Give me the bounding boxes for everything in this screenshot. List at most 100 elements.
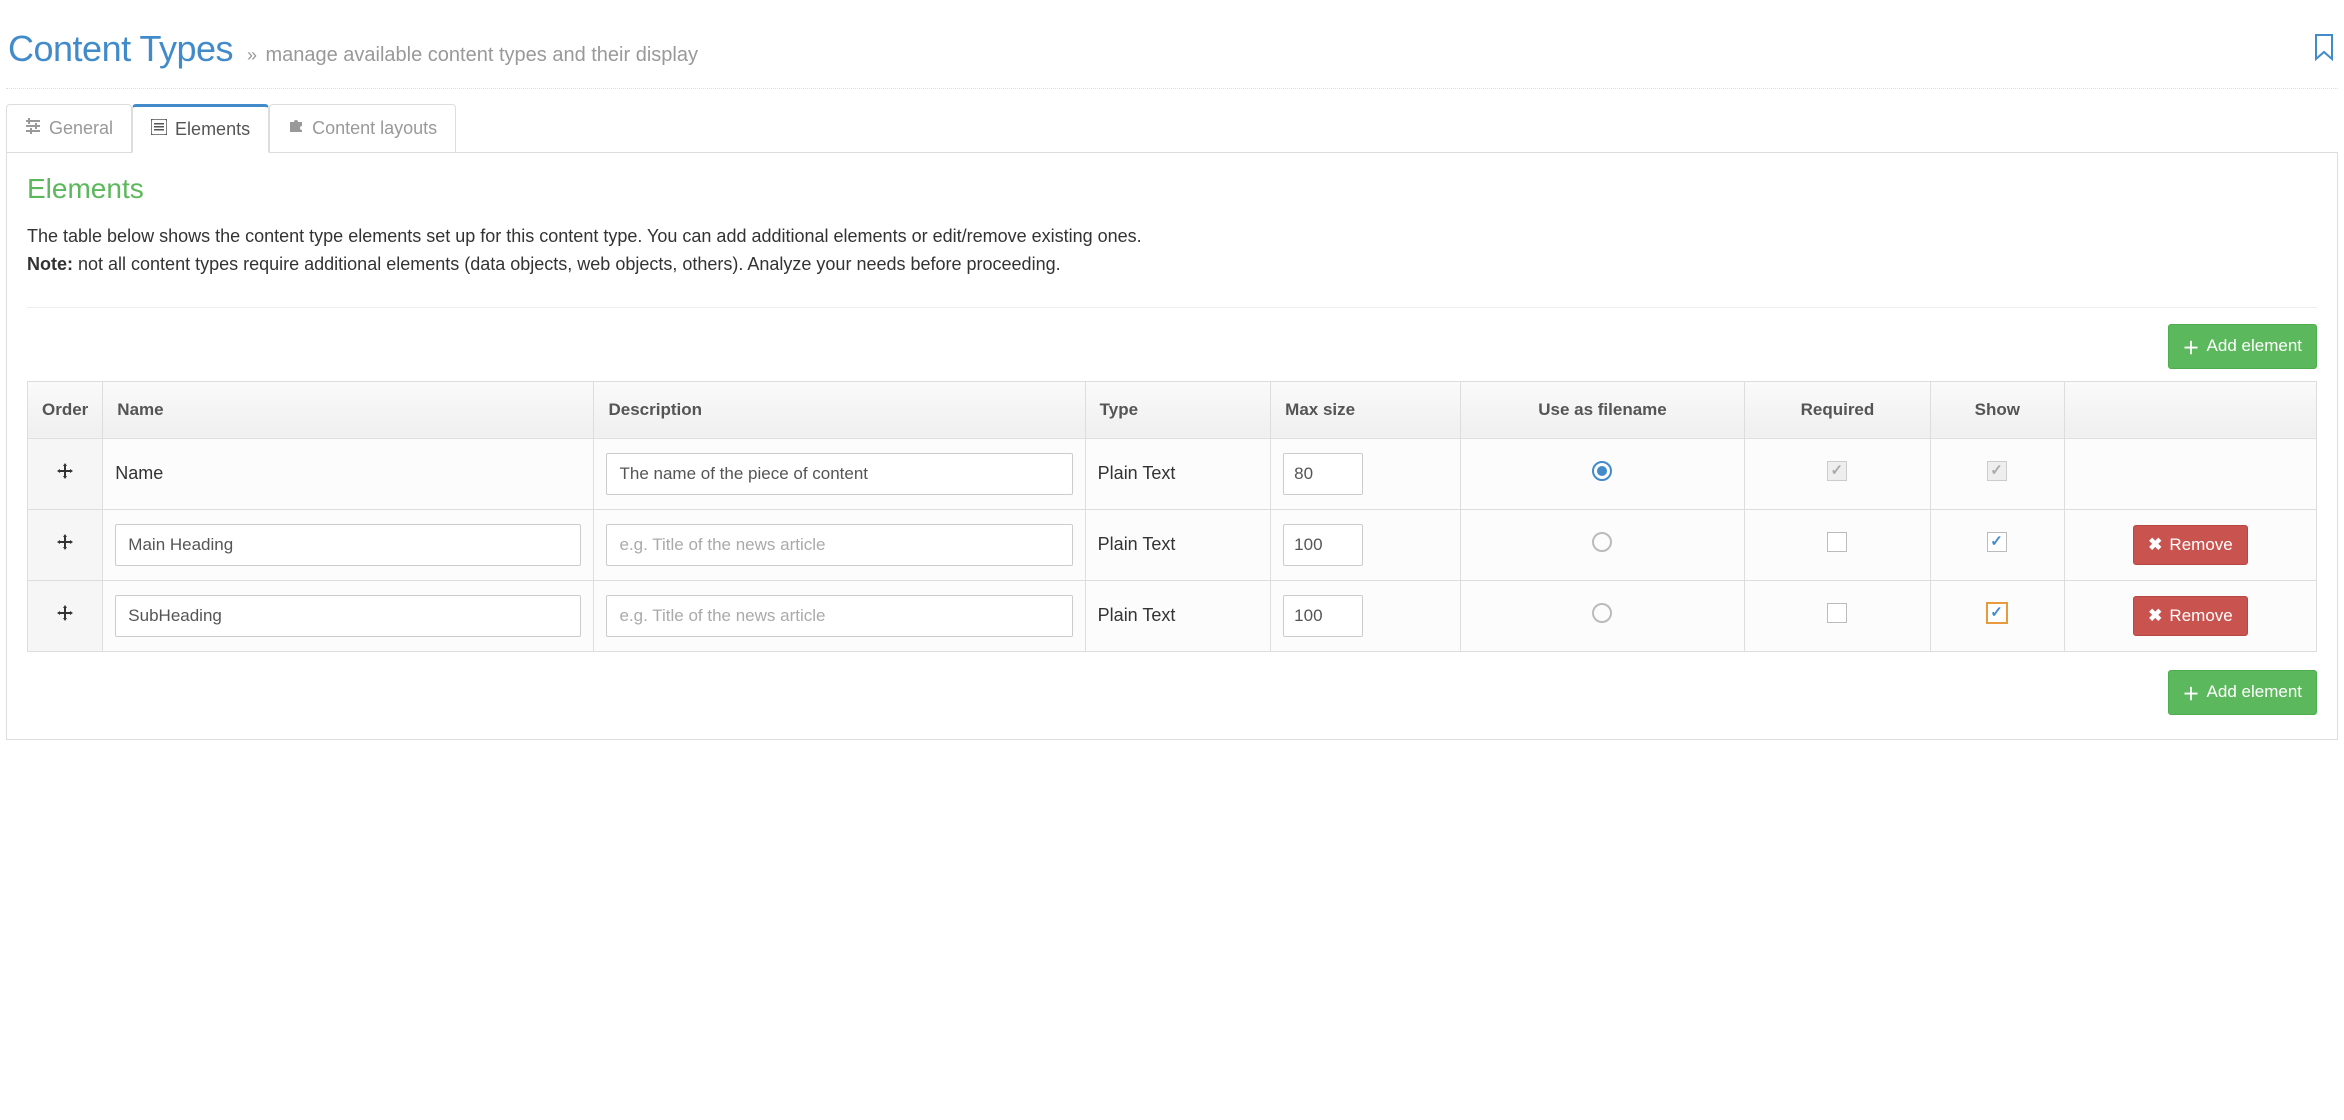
- plus-icon: ＋: [2183, 680, 2200, 705]
- col-order: Order: [28, 381, 103, 438]
- close-icon: ✖: [2148, 606, 2162, 626]
- use-as-filename-radio[interactable]: [1592, 603, 1612, 623]
- elements-table: Order Name Description Type Max size Use…: [27, 381, 2317, 652]
- name-cell: [103, 509, 594, 580]
- description-cell: [594, 509, 1085, 580]
- tab-content-layouts-label: Content layouts: [312, 118, 437, 139]
- remove-label: Remove: [2169, 535, 2232, 555]
- name-text: Name: [115, 463, 163, 483]
- name-cell: [103, 580, 594, 651]
- tab-elements[interactable]: Elements: [132, 104, 269, 153]
- type-cell: Plain Text: [1085, 580, 1270, 651]
- page-header: Content Types » manage available content…: [6, 8, 2338, 89]
- sliders-icon: [25, 118, 41, 139]
- description-input[interactable]: [606, 524, 1072, 566]
- col-name: Name: [103, 381, 594, 438]
- table-row: Name Plain Text: [28, 438, 2317, 509]
- col-actions: [2064, 381, 2316, 438]
- use-as-filename-cell: [1460, 509, 1744, 580]
- add-element-label: Add element: [2207, 336, 2302, 356]
- show-cell: [1930, 509, 2064, 580]
- move-icon[interactable]: [57, 605, 73, 625]
- type-text: Plain Text: [1098, 534, 1176, 554]
- col-type: Type: [1085, 381, 1270, 438]
- name-cell: Name: [103, 438, 594, 509]
- remove-button[interactable]: ✖ Remove: [2133, 596, 2248, 636]
- name-input[interactable]: [115, 595, 581, 637]
- show-checkbox[interactable]: [1987, 603, 2007, 623]
- type-text: Plain Text: [1098, 463, 1176, 483]
- add-element-button-top[interactable]: ＋ Add element: [2168, 324, 2317, 369]
- use-as-filename-radio[interactable]: [1592, 532, 1612, 552]
- table-row: Plain Text ✖ Remove: [28, 509, 2317, 580]
- type-text: Plain Text: [1098, 605, 1176, 625]
- note-label: Note:: [27, 254, 73, 274]
- section-title: Elements: [27, 173, 2317, 205]
- tabs: General Elements Content layouts: [6, 103, 2338, 153]
- tab-elements-label: Elements: [175, 119, 250, 140]
- tab-content-layouts[interactable]: Content layouts: [269, 104, 456, 153]
- order-cell: [28, 438, 103, 509]
- required-checkbox: [1827, 461, 1847, 481]
- add-element-label: Add element: [2207, 682, 2302, 702]
- page-title: Content Types: [8, 28, 233, 70]
- puzzle-icon: [288, 118, 304, 139]
- add-element-button-bottom[interactable]: ＋ Add element: [2168, 670, 2317, 715]
- use-as-filename-radio[interactable]: [1592, 461, 1612, 481]
- col-use-as-filename: Use as filename: [1460, 381, 1744, 438]
- show-checkbox: [1987, 461, 2007, 481]
- tab-panel-elements: Elements The table below shows the conte…: [6, 153, 2338, 740]
- description-cell: [594, 438, 1085, 509]
- move-icon[interactable]: [57, 463, 73, 483]
- maxsize-input[interactable]: [1283, 453, 1363, 495]
- actions-cell: ✖ Remove: [2064, 580, 2316, 651]
- name-input[interactable]: [115, 524, 581, 566]
- table-header-row: Order Name Description Type Max size Use…: [28, 381, 2317, 438]
- required-checkbox[interactable]: [1827, 532, 1847, 552]
- actions-cell: ✖ Remove: [2064, 509, 2316, 580]
- required-cell: [1745, 438, 1930, 509]
- maxsize-cell: [1271, 580, 1461, 651]
- intro-text: The table below shows the content type e…: [27, 223, 2317, 279]
- intro-line-2: not all content types require additional…: [73, 254, 1061, 274]
- remove-button[interactable]: ✖ Remove: [2133, 525, 2248, 565]
- col-description: Description: [594, 381, 1085, 438]
- maxsize-cell: [1271, 509, 1461, 580]
- type-cell: Plain Text: [1085, 438, 1270, 509]
- col-show: Show: [1930, 381, 2064, 438]
- required-cell: [1745, 509, 1930, 580]
- actions-cell: [2064, 438, 2316, 509]
- show-cell: [1930, 438, 2064, 509]
- show-cell: [1930, 580, 2064, 651]
- required-checkbox[interactable]: [1827, 603, 1847, 623]
- remove-label: Remove: [2169, 606, 2232, 626]
- plus-icon: ＋: [2183, 334, 2200, 359]
- description-input[interactable]: [606, 453, 1072, 495]
- type-cell: Plain Text: [1085, 509, 1270, 580]
- maxsize-input[interactable]: [1283, 595, 1363, 637]
- page-subtitle-wrap: » manage available content types and the…: [247, 44, 698, 67]
- use-as-filename-cell: [1460, 438, 1744, 509]
- order-cell: [28, 509, 103, 580]
- show-checkbox[interactable]: [1987, 532, 2007, 552]
- required-cell: [1745, 580, 1930, 651]
- chevron-right-icon: »: [247, 45, 257, 65]
- description-input[interactable]: [606, 595, 1072, 637]
- close-icon: ✖: [2148, 535, 2162, 555]
- table-row: Plain Text ✖ Remove: [28, 580, 2317, 651]
- list-icon: [151, 119, 167, 140]
- bookmark-icon[interactable]: [2312, 33, 2336, 66]
- tab-general[interactable]: General: [6, 104, 132, 153]
- col-required: Required: [1745, 381, 1930, 438]
- order-cell: [28, 580, 103, 651]
- tab-general-label: General: [49, 118, 113, 139]
- divider: [27, 307, 2317, 308]
- maxsize-input[interactable]: [1283, 524, 1363, 566]
- col-maxsize: Max size: [1271, 381, 1461, 438]
- move-icon[interactable]: [57, 534, 73, 554]
- page-subtitle: manage available content types and their…: [265, 44, 698, 66]
- description-cell: [594, 580, 1085, 651]
- maxsize-cell: [1271, 438, 1461, 509]
- use-as-filename-cell: [1460, 580, 1744, 651]
- intro-line-1: The table below shows the content type e…: [27, 226, 1142, 246]
